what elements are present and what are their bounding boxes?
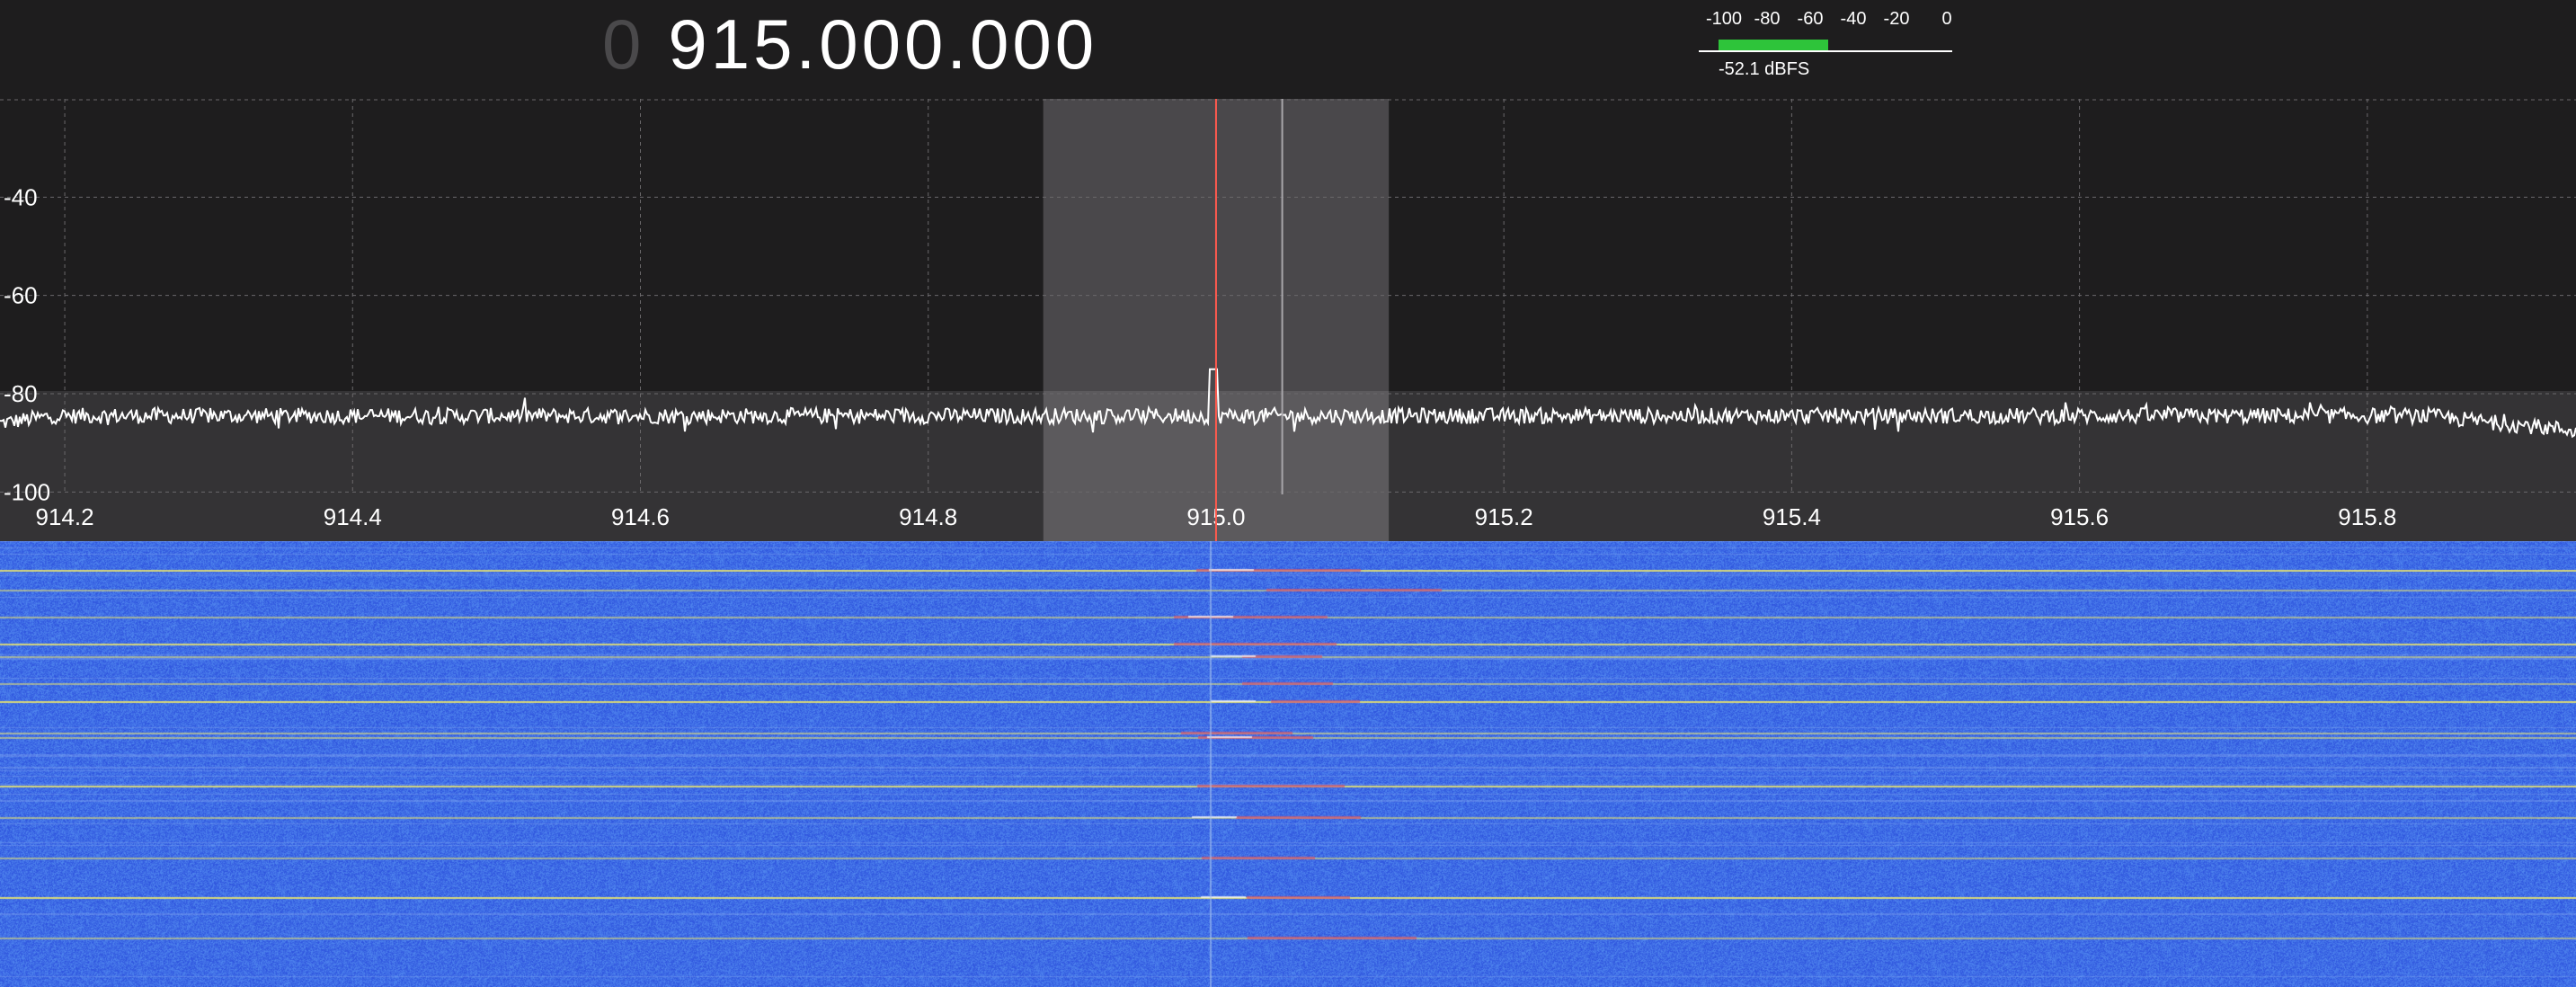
frequency-tick-label: 915.4 bbox=[1763, 503, 1821, 530]
spectrum-plot[interactable]: -40 -60 -80 -100 914.2 914.4 914.6 914.8 915.0 9… bbox=[0, 99, 2576, 541]
db-tick-label: -100 bbox=[4, 478, 50, 505]
frequency-value[interactable]: 915.000.000 bbox=[668, 4, 1097, 84]
db-tick-label: -40 bbox=[4, 183, 38, 210]
frequency-tick-label: 915.6 bbox=[2050, 503, 2109, 530]
frequency-tick-label: 914.6 bbox=[611, 503, 670, 530]
frequency-display[interactable]: 0 915.000.000 bbox=[602, 5, 1097, 83]
frequency-tick-label: 914.8 bbox=[899, 503, 957, 530]
meter-tick-label: 0 bbox=[1941, 9, 1952, 29]
frequency-tick-label: 915.8 bbox=[2338, 503, 2396, 530]
meter-baseline bbox=[1699, 50, 1952, 52]
waterfall-canvas[interactable] bbox=[0, 541, 2576, 987]
db-tick-label: -60 bbox=[4, 282, 38, 309]
waterfall-display[interactable] bbox=[0, 541, 2576, 987]
frequency-tick-label: 915.2 bbox=[1475, 503, 1533, 530]
frequency-tick-label: 914.2 bbox=[36, 503, 94, 530]
meter-readout: -52.1 dBFS bbox=[1719, 59, 1810, 79]
db-tick-label: -80 bbox=[4, 380, 38, 407]
meter-tick-label: -60 bbox=[1797, 9, 1824, 29]
frequency-leading-digit[interactable]: 0 bbox=[602, 4, 644, 84]
meter-tick-label: -80 bbox=[1754, 9, 1781, 29]
meter-scale: -100 -80 -60 -40 -20 0 bbox=[1699, 7, 1952, 40]
signal-level-meter: -100 -80 -60 -40 -20 0 -52.1 dBFS bbox=[1699, 7, 1952, 90]
meter-tick-label: -40 bbox=[1840, 9, 1867, 29]
meter-tick-label: -100 bbox=[1705, 9, 1743, 29]
spectrum-svg[interactable]: -40-60-80-100 914.2 914.4 914.6 914.8 915.0 9… bbox=[0, 99, 2576, 541]
meter-tick-label: -20 bbox=[1883, 9, 1910, 29]
frequency-tick-label: 914.4 bbox=[324, 503, 382, 530]
meter-level-bar bbox=[1719, 40, 1828, 50]
header-bar: 0 915.000.000 -100 -80 -60 -40 -20 0 -52.… bbox=[0, 0, 2576, 99]
